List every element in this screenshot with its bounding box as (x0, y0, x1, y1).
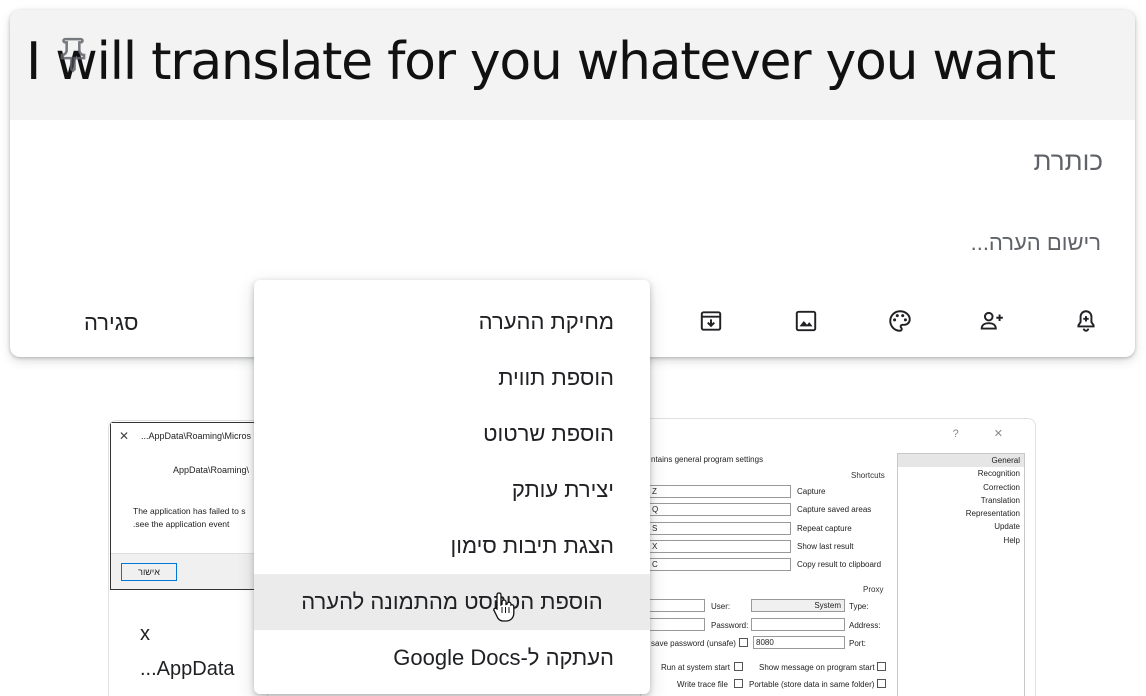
error-dialog-footer: אישור (111, 553, 265, 589)
note-title-field[interactable]: כותרת (1034, 146, 1103, 177)
hand-cursor-icon (493, 592, 515, 622)
settings-description: ntains general program settings (651, 455, 764, 464)
shortcut-label: Copy result to clipboard (797, 560, 882, 569)
proxy-address-label: Address: (849, 621, 881, 630)
run-at-start-label: Run at system start (661, 663, 730, 672)
shortcut-label: Repeat capture (797, 524, 852, 533)
proxy-user-input (649, 599, 705, 612)
note-image[interactable]: I will translate for you whatever you wa… (10, 10, 1135, 120)
error-message-line: The application has failed to s (133, 506, 246, 516)
menu-item-make-copy[interactable]: יצירת עותק (254, 462, 650, 518)
add-alert-icon[interactable] (1071, 306, 1101, 336)
shortcut-label: Show last result (797, 542, 854, 551)
shortcut-input: C (649, 558, 791, 571)
menu-item-grab-image-text[interactable]: הוספת הטקסט מהתמונה להערה (254, 574, 650, 630)
show-message-checkbox (877, 662, 886, 671)
add-collaborator-icon[interactable] (977, 306, 1007, 336)
menu-item-copy-to-google-docs[interactable]: העתקה ל-Google Docs (254, 630, 650, 686)
error-dialog-screenshot: ✕ ...AppData\Roaming\Micros AppData\Roam… (110, 422, 266, 590)
proxy-port-label: Port: (849, 639, 866, 648)
shortcut-input: X (649, 540, 791, 553)
settings-category-item: Update (994, 522, 1020, 532)
proxy-password-input (649, 618, 705, 631)
menu-item-show-checkboxes[interactable]: הצגת תיבות סימון (254, 518, 650, 574)
portable-label: Portable (store data in same folder) (749, 680, 875, 689)
close-button[interactable]: סגירה (84, 310, 138, 336)
proxy-heading: Proxy (863, 585, 884, 594)
background-note-error[interactable]: ✕ ...AppData\Roaming\Micros AppData\Roam… (108, 420, 268, 696)
pin-icon[interactable] (54, 36, 92, 74)
shortcut-label: Capture (797, 487, 826, 496)
shortcut-label: Capture saved areas (797, 505, 872, 514)
menu-item-add-label[interactable]: הוספת תווית (254, 350, 650, 406)
background-note-settings[interactable]: ? ✕ ntains general program settings Shor… (640, 418, 1036, 696)
shortcuts-heading: Shortcuts (851, 471, 885, 480)
write-trace-label: Write trace file (677, 680, 728, 689)
note-body-field[interactable]: רישום הערה... (971, 230, 1101, 256)
more-options-menu: מחיקת ההערה הוספת תווית הוספת שרטוט יציר… (254, 280, 650, 694)
note-image-text: I will translate for you whatever you wa… (26, 32, 1056, 92)
error-dialog-titlebar: ✕ ...AppData\Roaming\Micros (111, 429, 265, 443)
ok-button: אישור (121, 563, 177, 581)
settings-category-item: Translation (980, 495, 1020, 505)
error-dialog-message: The application has failed to s .see the… (133, 505, 245, 531)
run-at-start-checkbox (734, 662, 743, 671)
note-title: x (140, 623, 150, 645)
proxy-type-label: Type: (849, 602, 869, 611)
proxy-port-input: 8080 (753, 636, 845, 649)
proxy-save-checkbox (739, 638, 748, 647)
portable-checkbox (877, 679, 886, 688)
archive-icon[interactable] (696, 306, 726, 336)
shortcut-input: Q (649, 503, 791, 516)
settings-category-item: Help (1003, 535, 1020, 545)
shortcut-input: S (649, 522, 791, 535)
add-image-icon[interactable] (791, 306, 821, 336)
show-message-label: Show message on program start (759, 663, 875, 672)
settings-category-item: Correction (983, 482, 1020, 492)
settings-category-item: Representation (965, 509, 1020, 519)
menu-item-delete-note[interactable]: מחיקת ההערה (254, 294, 650, 350)
write-trace-checkbox (734, 679, 743, 688)
menu-item-add-drawing[interactable]: הוספת שרטוט (254, 406, 650, 462)
shortcut-input: Z (649, 485, 791, 498)
proxy-address-input (751, 618, 845, 631)
error-dialog-path: AppData\Roaming\ (173, 465, 250, 475)
proxy-password-label: Password: (711, 621, 749, 630)
note-body: ...AppData (140, 658, 235, 680)
error-message-line: .see the application event (133, 519, 230, 529)
settings-category-item: Recognition (977, 469, 1020, 479)
window-controls: ? ✕ (952, 428, 1019, 440)
error-dialog-title: ...AppData\Roaming\Micros (141, 431, 252, 441)
settings-category-item: General (898, 454, 1024, 468)
close-icon: ✕ (119, 429, 130, 443)
proxy-save-label: save password (unsafe) (651, 639, 736, 648)
palette-icon[interactable] (885, 306, 915, 336)
proxy-type-select: System (751, 599, 845, 612)
proxy-user-label: User: (711, 602, 731, 611)
settings-category-list: General Recognition Correction Translati… (897, 453, 1025, 696)
